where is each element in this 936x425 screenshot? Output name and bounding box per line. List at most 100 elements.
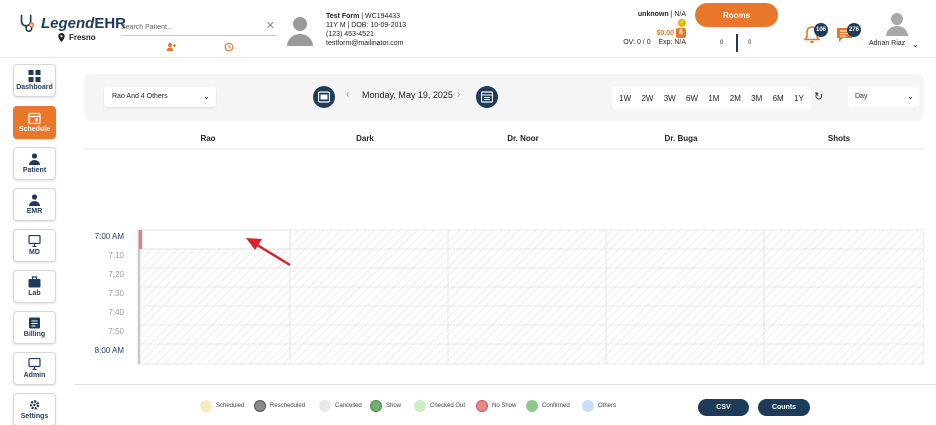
patient-name: Test Form	[326, 13, 360, 20]
person-icon	[29, 194, 40, 206]
schedule-grid: Rao Dark Dr. Noor Dr. Buga Shots 7:00 AM…	[84, 130, 924, 370]
sidebar-nav: Dashboard Schedule Patient EMR MD Lab Bi…	[0, 58, 70, 425]
sidebar-item-md[interactable]: MD	[13, 229, 56, 262]
legend-dot	[370, 400, 382, 412]
legend-checked-out: Checked Out	[414, 400, 465, 412]
patient-email: testform@mailinator.com	[326, 40, 404, 47]
previous-date-icon[interactable]: ‹	[346, 89, 349, 100]
time-label: 7:10	[108, 251, 124, 260]
room-count-right: 0	[748, 40, 752, 46]
patient-avatar[interactable]	[286, 14, 314, 46]
range-2m[interactable]: 2M	[730, 94, 741, 103]
patient-balance: unknown | N/A ✓ $0.00 $ OV: 0 / 0 Exp: N/…	[623, 11, 686, 46]
unavailable-block	[142, 249, 290, 364]
schedule-toolbar: Rao And 4 Others ⌄ ‹ Monday, May 19, 202…	[84, 74, 924, 121]
view-value: Day	[855, 93, 868, 100]
time-label: 8:00 AM	[94, 346, 124, 355]
location-indicator[interactable]: Fresno	[58, 33, 96, 42]
sidebar-item-label: Patient	[22, 167, 47, 174]
range-3w[interactable]: 3W	[664, 94, 676, 103]
patient-demographics: 11Y M | DOB: 10-09-2013	[326, 22, 407, 29]
location-name: Fresno	[69, 33, 96, 42]
message-count-badge: 276	[847, 23, 861, 37]
insurance-status: unknown	[637, 11, 669, 18]
sidebar-item-lab[interactable]: Lab	[13, 270, 56, 303]
schedule-main: Rao And 4 Others ⌄ ‹ Monday, May 19, 202…	[74, 62, 936, 425]
chevron-down-icon[interactable]: ⌄	[912, 40, 919, 49]
chevron-down-icon: ⌄	[907, 92, 914, 101]
sidebar-item-schedule[interactable]: Schedule	[13, 106, 56, 139]
range-2w[interactable]: 2W	[641, 94, 653, 103]
legend-dot	[200, 400, 212, 412]
sidebar-item-label: Lab	[28, 290, 41, 297]
stethoscope-icon	[20, 14, 35, 33]
provider-filter-select[interactable]: Rao And 4 Others ⌄	[104, 87, 216, 107]
top-header: LegendEHR Fresno ✕ Test Form | WC194433 …	[0, 0, 936, 58]
gear-icon	[29, 400, 40, 410]
sidebar-item-dashboard[interactable]: Dashboard	[13, 64, 56, 97]
sidebar-item-label: Billing	[23, 331, 46, 338]
sidebar-item-settings[interactable]: Settings	[13, 393, 56, 425]
patient-id: WC194433	[365, 13, 401, 20]
current-date[interactable]: Monday, May 19, 2025	[362, 90, 453, 100]
time-label: 7:20	[108, 270, 124, 279]
video-camera-icon	[318, 91, 330, 103]
schedule-grid-canvas	[84, 148, 924, 365]
time-label: 7:30	[108, 289, 124, 298]
sidebar-item-emr[interactable]: EMR	[13, 188, 56, 221]
legend-confirmed: Confirmed	[526, 400, 570, 412]
brand-name: LegendEHR	[41, 14, 127, 32]
location-pin-icon	[58, 33, 65, 42]
patient-phone: (123) 453-4521	[326, 31, 374, 38]
sidebar-item-patient[interactable]: Patient	[13, 147, 56, 180]
calendar-icon	[28, 112, 41, 124]
sidebar-item-label: Settings	[20, 413, 49, 420]
patient-search[interactable]: ✕	[121, 16, 277, 37]
sidebar-item-label: Admin	[23, 372, 46, 379]
legend-dot	[476, 400, 488, 412]
legend-rescheduled: Rescheduled	[254, 400, 305, 412]
legend-show: Show	[370, 400, 401, 412]
clear-search-icon[interactable]: ✕	[266, 19, 275, 32]
counts-button[interactable]: Counts	[758, 399, 810, 416]
legend-dot	[582, 400, 594, 412]
next-date-icon[interactable]: ›	[457, 89, 460, 100]
legend-dot	[526, 400, 538, 412]
csv-button[interactable]: CSV	[698, 399, 749, 416]
person-icon	[29, 153, 40, 165]
patient-summary[interactable]: Test Form | WC194433 11Y M | DOB: 10-09-…	[326, 12, 406, 48]
provider-filter-value: Rao And 4 Others	[112, 93, 168, 100]
add-patient-icon[interactable]	[166, 42, 176, 52]
messages-button[interactable]: 276	[836, 23, 861, 44]
user-name[interactable]: Adnan Riaz	[869, 40, 905, 47]
time-label: 7:00 AM	[94, 232, 124, 241]
dollar-icon[interactable]: $	[676, 28, 686, 38]
notifications-button[interactable]: 106	[804, 23, 828, 44]
calendar-picker-button[interactable]	[476, 86, 498, 108]
brand-logo[interactable]: LegendEHR	[16, 12, 126, 34]
search-input[interactable]	[121, 18, 261, 37]
refresh-icon[interactable]: ↻	[814, 90, 823, 103]
range-6m[interactable]: 6M	[773, 94, 784, 103]
range-1w[interactable]: 1W	[619, 94, 631, 103]
rooms-button[interactable]: Rooms	[695, 3, 778, 27]
sidebar-item-billing[interactable]: Billing	[13, 311, 56, 344]
history-icon[interactable]	[224, 42, 234, 52]
range-3m[interactable]: 3M	[751, 94, 762, 103]
range-1y[interactable]: 1Y	[794, 94, 804, 103]
app: LegendEHR Fresno ✕ Test Form | WC194433 …	[0, 0, 936, 425]
legend-others: Others	[582, 400, 616, 412]
time-label: 7:50	[108, 327, 124, 336]
camera-button[interactable]	[313, 86, 335, 108]
chevron-down-icon: ⌄	[203, 92, 210, 101]
range-1m[interactable]: 1M	[708, 94, 719, 103]
rooms-divider	[736, 34, 738, 52]
room-count-left: 0	[720, 40, 724, 46]
user-avatar[interactable]	[886, 12, 908, 36]
calendar-icon	[481, 91, 493, 103]
monitor-icon	[28, 235, 41, 247]
range-6w[interactable]: 6W	[686, 94, 698, 103]
sidebar-item-admin[interactable]: Admin	[13, 352, 56, 385]
legend-scheduled: Scheduled	[200, 400, 244, 412]
view-select[interactable]: Day ⌄	[848, 87, 919, 107]
